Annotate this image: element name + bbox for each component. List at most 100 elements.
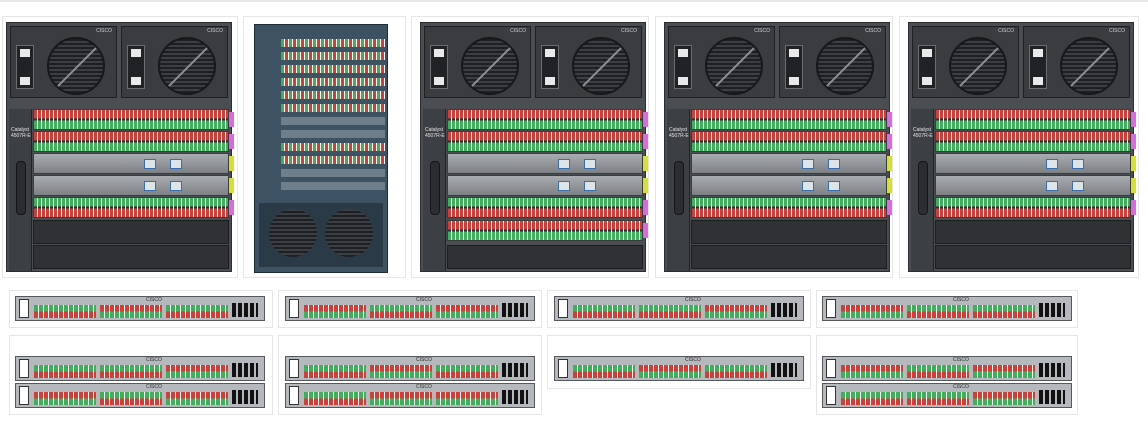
empty-slot[interactable]	[33, 220, 229, 244]
port-bank[interactable]	[907, 392, 969, 405]
access-switch[interactable]: CISCO	[822, 383, 1072, 408]
supervisor-module[interactable]	[935, 153, 1136, 174]
access-switch[interactable]: CISCO	[554, 356, 804, 381]
port-bank[interactable]	[639, 365, 701, 378]
module-slot[interactable]	[281, 117, 385, 125]
access-switch[interactable]: CISCO	[15, 356, 265, 381]
linecard-module[interactable]	[691, 109, 892, 130]
port-bank[interactable]	[34, 305, 96, 318]
catalyst-chassis-3[interactable]: CISCO CISCO Catalyst 4507R-E	[664, 22, 892, 272]
power-supply-1[interactable]: CISCO	[424, 26, 531, 98]
supervisor-module[interactable]	[691, 153, 892, 174]
port-bank[interactable]	[907, 365, 969, 378]
sfp-port-icon[interactable]	[170, 181, 182, 191]
linecard-module[interactable]	[691, 131, 892, 152]
port-bank[interactable]	[973, 365, 1035, 378]
port-bank[interactable]	[573, 365, 635, 378]
module-slot[interactable]	[281, 104, 385, 112]
linecard-module[interactable]	[447, 109, 648, 130]
port-bank[interactable]	[370, 365, 432, 378]
linecard-module[interactable]	[33, 109, 234, 130]
module-slot[interactable]	[281, 130, 385, 138]
port-bank[interactable]	[34, 365, 96, 378]
module-slot[interactable]	[281, 39, 385, 47]
sfp-port-icon[interactable]	[170, 159, 182, 169]
sfp-port-icon[interactable]	[1046, 181, 1058, 191]
uplink-ports-icon[interactable]	[502, 390, 528, 404]
port-bank[interactable]	[304, 365, 366, 378]
power-supply-1[interactable]: CISCO	[912, 26, 1019, 98]
power-supply-2[interactable]: CISCO	[779, 26, 886, 98]
linecard-module[interactable]	[33, 197, 234, 218]
port-bank[interactable]	[973, 305, 1035, 318]
port-bank[interactable]	[436, 305, 498, 318]
uplink-ports-icon[interactable]	[771, 363, 797, 377]
empty-slot[interactable]	[691, 245, 887, 269]
supervisor-module[interactable]	[33, 153, 234, 174]
port-bank[interactable]	[370, 305, 432, 318]
module-slot[interactable]	[281, 91, 385, 99]
access-switch[interactable]: CISCO	[15, 383, 265, 408]
port-bank[interactable]	[841, 392, 903, 405]
uplink-ports-icon[interactable]	[1039, 303, 1065, 317]
port-bank[interactable]	[841, 365, 903, 378]
sfp-port-icon[interactable]	[558, 159, 570, 169]
port-bank[interactable]	[100, 392, 162, 405]
linecard-module[interactable]	[447, 197, 648, 218]
port-bank[interactable]	[907, 305, 969, 318]
module-slot[interactable]	[281, 169, 385, 177]
port-bank[interactable]	[973, 392, 1035, 405]
access-switch[interactable]: CISCO	[15, 296, 265, 321]
sfp-port-icon[interactable]	[584, 159, 596, 169]
port-bank[interactable]	[573, 305, 635, 318]
linecard-module[interactable]	[447, 131, 648, 152]
port-bank[interactable]	[166, 392, 228, 405]
sfp-port-icon[interactable]	[144, 159, 156, 169]
catalyst-chassis-2[interactable]: CISCO CISCO Catalyst 4507R-E	[420, 22, 648, 272]
access-switch[interactable]: CISCO	[285, 383, 535, 408]
uplink-ports-icon[interactable]	[771, 303, 797, 317]
uplink-ports-icon[interactable]	[232, 363, 258, 377]
empty-slot[interactable]	[935, 220, 1131, 244]
port-bank[interactable]	[639, 305, 701, 318]
supervisor-module[interactable]	[935, 175, 1136, 196]
access-switch[interactable]: CISCO	[822, 296, 1072, 321]
linecard-module[interactable]	[935, 131, 1136, 152]
linecard-module[interactable]	[447, 220, 648, 241]
supervisor-module[interactable]	[33, 175, 234, 196]
linecard-module[interactable]	[33, 131, 234, 152]
module-slot[interactable]	[281, 182, 385, 190]
access-switch[interactable]: CISCO	[822, 356, 1072, 381]
port-bank[interactable]	[705, 365, 767, 378]
empty-slot[interactable]	[447, 245, 643, 269]
sfp-port-icon[interactable]	[1072, 159, 1084, 169]
port-bank[interactable]	[166, 305, 228, 318]
linecard-module[interactable]	[935, 197, 1136, 218]
supervisor-module[interactable]	[447, 153, 648, 174]
empty-slot[interactable]	[33, 245, 229, 269]
power-supply-2[interactable]: CISCO	[1023, 26, 1130, 98]
uplink-ports-icon[interactable]	[502, 363, 528, 377]
access-switch[interactable]: CISCO	[285, 296, 535, 321]
sfp-port-icon[interactable]	[558, 181, 570, 191]
power-supply-1[interactable]: CISCO	[668, 26, 775, 98]
sfp-port-icon[interactable]	[1072, 181, 1084, 191]
module-slot[interactable]	[281, 156, 385, 164]
uplink-ports-icon[interactable]	[232, 303, 258, 317]
supervisor-module[interactable]	[691, 175, 892, 196]
port-bank[interactable]	[166, 365, 228, 378]
access-switch[interactable]: CISCO	[285, 356, 535, 381]
sfp-port-icon[interactable]	[144, 181, 156, 191]
module-slot[interactable]	[281, 143, 385, 151]
module-slot[interactable]	[281, 65, 385, 73]
catalyst-chassis-1[interactable]: CISCO CISCO Catalyst 4507R-E	[6, 22, 234, 272]
rack-chassis[interactable]	[254, 24, 388, 273]
linecard-module[interactable]	[935, 109, 1136, 130]
port-bank[interactable]	[436, 392, 498, 405]
port-bank[interactable]	[705, 305, 767, 318]
sfp-port-icon[interactable]	[802, 181, 814, 191]
port-bank[interactable]	[841, 305, 903, 318]
port-bank[interactable]	[304, 305, 366, 318]
port-bank[interactable]	[436, 365, 498, 378]
uplink-ports-icon[interactable]	[232, 390, 258, 404]
